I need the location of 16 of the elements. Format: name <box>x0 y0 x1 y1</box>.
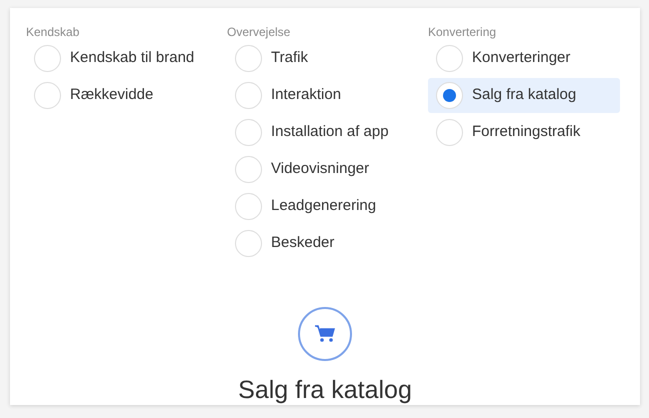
radio-option[interactable]: Videovisninger <box>227 152 419 187</box>
group-heading: Overvejelse <box>227 25 292 39</box>
radio-option[interactable]: Salg fra katalog <box>428 78 620 113</box>
group-heading: Kendskab <box>26 25 80 39</box>
radio-option[interactable]: Kendskab til brand <box>26 41 218 76</box>
radio-option[interactable]: Interaktion <box>227 78 419 113</box>
group-heading: Konvertering <box>428 25 498 39</box>
objective-title: Salg fra katalog <box>238 375 412 405</box>
cart-icon <box>298 307 352 361</box>
radio-option[interactable]: Beskeder <box>227 226 419 261</box>
radio-option[interactable]: Rækkevidde <box>26 78 218 113</box>
radio-option[interactable]: Konverteringer <box>428 41 620 76</box>
radio-option[interactable]: Forretningstrafik <box>428 115 620 150</box>
radio-option[interactable]: Installation af app <box>227 115 419 150</box>
radio-option[interactable]: Leadgenerering <box>227 189 419 224</box>
radio-option[interactable]: Trafik <box>227 41 419 76</box>
